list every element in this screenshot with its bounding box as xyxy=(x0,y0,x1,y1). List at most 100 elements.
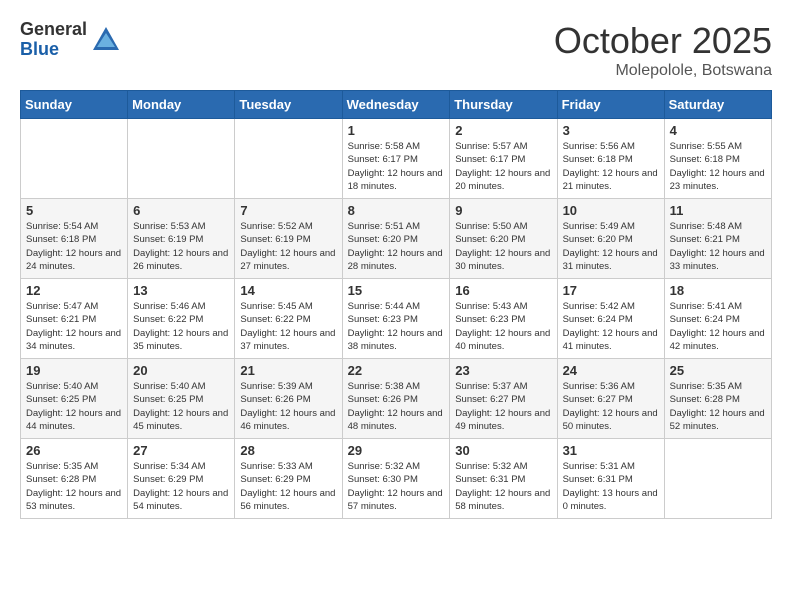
day-number: 15 xyxy=(348,283,445,298)
calendar-cell xyxy=(21,119,128,199)
day-number: 16 xyxy=(455,283,551,298)
calendar-cell: 24 Sunrise: 5:36 AM Sunset: 6:27 PM Dayli… xyxy=(557,359,664,439)
calendar-cell: 5Sunrise: 5:54 AM Sunset: 6:18 PM Daylig… xyxy=(21,199,128,279)
day-number: 20 xyxy=(133,363,229,378)
day-info: Sunrise: 5:35 AM Sunset: 6:28 PM Dayligh… xyxy=(26,460,122,513)
day-number: 28 xyxy=(240,443,336,458)
calendar-cell: 28Sunrise: 5:33 AM Sunset: 6:29 PM Dayli… xyxy=(235,439,342,519)
day-info: Sunrise: 5:47 AM Sunset: 6:21 PM Dayligh… xyxy=(26,300,122,353)
calendar: SundayMondayTuesdayWednesdayThursdayFrid… xyxy=(20,90,772,519)
day-number: 5 xyxy=(26,203,122,218)
location: Molepolole, Botswana xyxy=(554,62,772,80)
day-number: 8 xyxy=(348,203,445,218)
month-title: October 2025 xyxy=(554,20,772,62)
day-number: 22 xyxy=(348,363,445,378)
day-info: Sunrise: 5:44 AM Sunset: 6:23 PM Dayligh… xyxy=(348,300,445,353)
day-info: Sunrise: 5:40 AM Sunset: 6:25 PM Dayligh… xyxy=(26,380,122,433)
weekday-header-sunday: Sunday xyxy=(21,91,128,119)
calendar-cell xyxy=(128,119,235,199)
day-number: 14 xyxy=(240,283,336,298)
calendar-cell: 27 Sunrise: 5:34 AM Sunset: 6:29 PM Dayli… xyxy=(128,439,235,519)
calendar-cell: 31Sunrise: 5:31 AM Sunset: 6:31 PM Dayli… xyxy=(557,439,664,519)
calendar-week-1: 1Sunrise: 5:58 AM Sunset: 6:17 PM Daylig… xyxy=(21,119,772,199)
logo: General Blue xyxy=(20,20,121,60)
day-info: Sunrise: 5:51 AM Sunset: 6:20 PM Dayligh… xyxy=(348,220,445,273)
weekday-header-saturday: Saturday xyxy=(664,91,771,119)
calendar-cell: 11 Sunrise: 5:48 AM Sunset: 6:21 PM Dayli… xyxy=(664,199,771,279)
day-info: Sunrise: 5:56 AM Sunset: 6:18 PM Dayligh… xyxy=(563,140,659,193)
day-info: Sunrise: 5:48 AM Sunset: 6:21 PM Dayligh… xyxy=(670,220,766,273)
day-number: 7 xyxy=(240,203,336,218)
day-number: 19 xyxy=(26,363,122,378)
day-number: 9 xyxy=(455,203,551,218)
title-section: October 2025 Molepolole, Botswana xyxy=(554,20,772,80)
calendar-cell: 9 Sunrise: 5:50 AM Sunset: 6:20 PM Daylig… xyxy=(450,199,557,279)
calendar-cell: 2 Sunrise: 5:57 AM Sunset: 6:17 PM Daylig… xyxy=(450,119,557,199)
calendar-cell: 4 Sunrise: 5:55 AM Sunset: 6:18 PM Daylig… xyxy=(664,119,771,199)
day-info: Sunrise: 5:35 AM Sunset: 6:28 PM Dayligh… xyxy=(670,380,766,433)
day-info: Sunrise: 5:57 AM Sunset: 6:17 PM Dayligh… xyxy=(455,140,551,193)
day-info: Sunrise: 5:32 AM Sunset: 6:31 PM Dayligh… xyxy=(455,460,551,513)
day-info: Sunrise: 5:58 AM Sunset: 6:17 PM Dayligh… xyxy=(348,140,445,193)
calendar-cell: 21 Sunrise: 5:39 AM Sunset: 6:26 PM Dayli… xyxy=(235,359,342,439)
day-number: 21 xyxy=(240,363,336,378)
calendar-cell: 20 Sunrise: 5:40 AM Sunset: 6:25 PM Dayli… xyxy=(128,359,235,439)
day-number: 26 xyxy=(26,443,122,458)
day-number: 29 xyxy=(348,443,445,458)
day-number: 23 xyxy=(455,363,551,378)
day-info: Sunrise: 5:55 AM Sunset: 6:18 PM Dayligh… xyxy=(670,140,766,193)
day-number: 30 xyxy=(455,443,551,458)
weekday-header-friday: Friday xyxy=(557,91,664,119)
calendar-week-4: 19 Sunrise: 5:40 AM Sunset: 6:25 PM Dayli… xyxy=(21,359,772,439)
day-info: Sunrise: 5:43 AM Sunset: 6:23 PM Dayligh… xyxy=(455,300,551,353)
day-info: Sunrise: 5:31 AM Sunset: 6:31 PM Dayligh… xyxy=(563,460,659,513)
day-number: 25 xyxy=(670,363,766,378)
day-info: Sunrise: 5:39 AM Sunset: 6:26 PM Dayligh… xyxy=(240,380,336,433)
calendar-cell: 17 Sunrise: 5:42 AM Sunset: 6:24 PM Dayli… xyxy=(557,279,664,359)
calendar-cell: 29 Sunrise: 5:32 AM Sunset: 6:30 PM Dayli… xyxy=(342,439,450,519)
calendar-week-2: 5Sunrise: 5:54 AM Sunset: 6:18 PM Daylig… xyxy=(21,199,772,279)
day-number: 27 xyxy=(133,443,229,458)
calendar-cell: 3 Sunrise: 5:56 AM Sunset: 6:18 PM Daylig… xyxy=(557,119,664,199)
calendar-cell: 13Sunrise: 5:46 AM Sunset: 6:22 PM Dayli… xyxy=(128,279,235,359)
day-number: 2 xyxy=(455,123,551,138)
logo-icon xyxy=(91,25,121,55)
calendar-cell: 25 Sunrise: 5:35 AM Sunset: 6:28 PM Dayli… xyxy=(664,359,771,439)
weekday-header-tuesday: Tuesday xyxy=(235,91,342,119)
calendar-cell: 1Sunrise: 5:58 AM Sunset: 6:17 PM Daylig… xyxy=(342,119,450,199)
day-info: Sunrise: 5:52 AM Sunset: 6:19 PM Dayligh… xyxy=(240,220,336,273)
day-number: 17 xyxy=(563,283,659,298)
day-info: Sunrise: 5:34 AM Sunset: 6:29 PM Dayligh… xyxy=(133,460,229,513)
day-info: Sunrise: 5:40 AM Sunset: 6:25 PM Dayligh… xyxy=(133,380,229,433)
day-info: Sunrise: 5:36 AM Sunset: 6:27 PM Dayligh… xyxy=(563,380,659,433)
day-number: 24 xyxy=(563,363,659,378)
calendar-cell: 23Sunrise: 5:37 AM Sunset: 6:27 PM Dayli… xyxy=(450,359,557,439)
calendar-cell: 12 Sunrise: 5:47 AM Sunset: 6:21 PM Dayli… xyxy=(21,279,128,359)
weekday-header-row: SundayMondayTuesdayWednesdayThursdayFrid… xyxy=(21,91,772,119)
calendar-cell xyxy=(664,439,771,519)
calendar-cell: 6 Sunrise: 5:53 AM Sunset: 6:19 PM Daylig… xyxy=(128,199,235,279)
calendar-cell: 14 Sunrise: 5:45 AM Sunset: 6:22 PM Dayli… xyxy=(235,279,342,359)
day-number: 3 xyxy=(563,123,659,138)
day-number: 4 xyxy=(670,123,766,138)
calendar-cell: 8 Sunrise: 5:51 AM Sunset: 6:20 PM Daylig… xyxy=(342,199,450,279)
day-info: Sunrise: 5:49 AM Sunset: 6:20 PM Dayligh… xyxy=(563,220,659,273)
day-number: 11 xyxy=(670,203,766,218)
day-number: 18 xyxy=(670,283,766,298)
day-number: 12 xyxy=(26,283,122,298)
calendar-cell: 26 Sunrise: 5:35 AM Sunset: 6:28 PM Dayli… xyxy=(21,439,128,519)
day-info: Sunrise: 5:53 AM Sunset: 6:19 PM Dayligh… xyxy=(133,220,229,273)
day-info: Sunrise: 5:42 AM Sunset: 6:24 PM Dayligh… xyxy=(563,300,659,353)
day-number: 10 xyxy=(563,203,659,218)
weekday-header-monday: Monday xyxy=(128,91,235,119)
calendar-cell: 15 Sunrise: 5:44 AM Sunset: 6:23 PM Dayli… xyxy=(342,279,450,359)
calendar-cell xyxy=(235,119,342,199)
day-info: Sunrise: 5:45 AM Sunset: 6:22 PM Dayligh… xyxy=(240,300,336,353)
calendar-cell: 22Sunrise: 5:38 AM Sunset: 6:26 PM Dayli… xyxy=(342,359,450,439)
day-info: Sunrise: 5:50 AM Sunset: 6:20 PM Dayligh… xyxy=(455,220,551,273)
calendar-cell: 30 Sunrise: 5:32 AM Sunset: 6:31 PM Dayli… xyxy=(450,439,557,519)
weekday-header-wednesday: Wednesday xyxy=(342,91,450,119)
day-info: Sunrise: 5:32 AM Sunset: 6:30 PM Dayligh… xyxy=(348,460,445,513)
day-number: 6 xyxy=(133,203,229,218)
logo-general-text: General xyxy=(20,20,87,40)
